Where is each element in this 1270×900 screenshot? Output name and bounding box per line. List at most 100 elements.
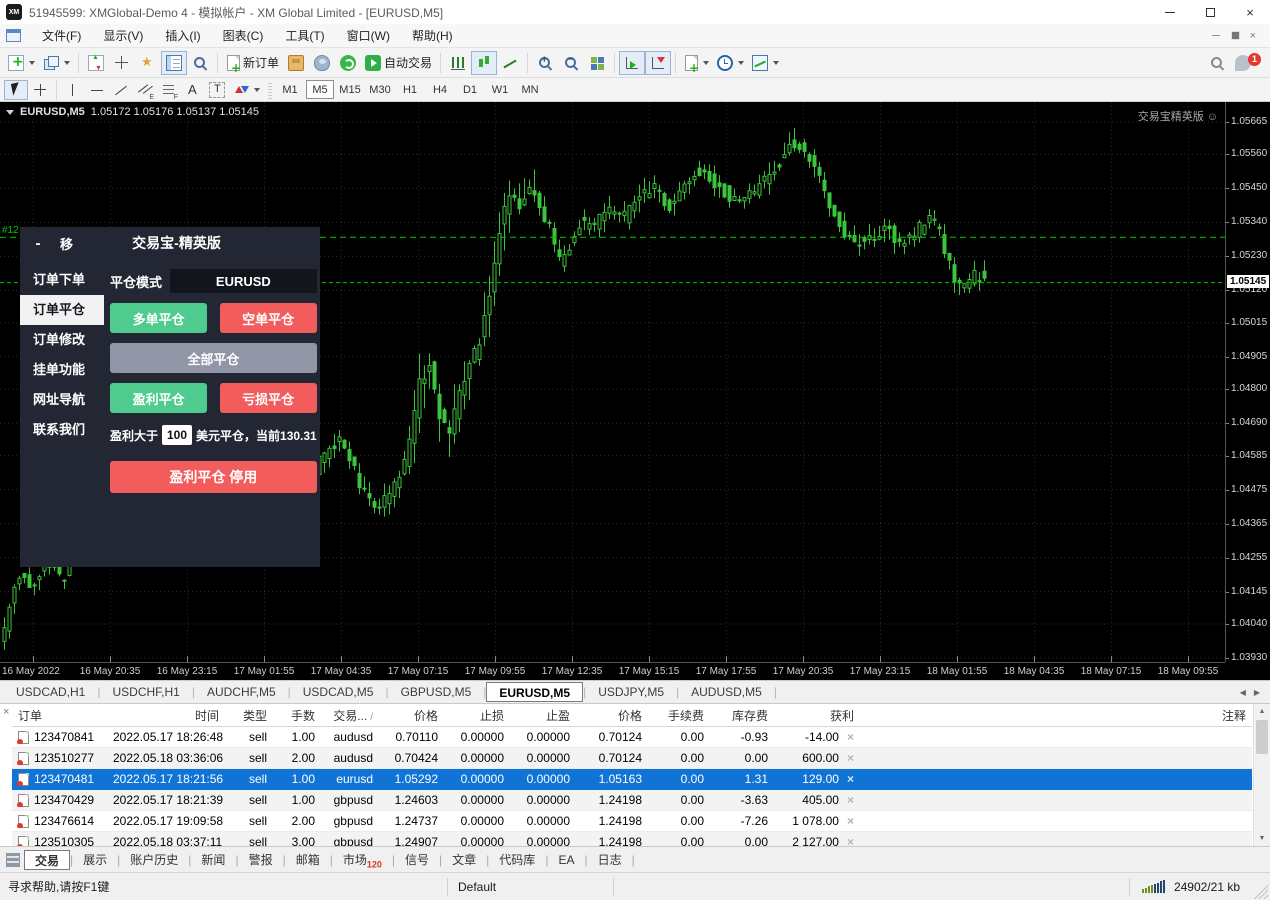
bottom-tab-警报[interactable]: 警报 [239, 850, 283, 870]
panel-menu-item-5[interactable]: 联系我们 [20, 415, 104, 445]
chart-shift-button[interactable] [645, 51, 671, 75]
indicators-button[interactable] [680, 51, 713, 75]
navigator-button[interactable] [135, 51, 161, 75]
templates-button[interactable] [748, 51, 783, 75]
notifications-button[interactable]: 1 [1230, 51, 1256, 75]
zoom-in-button[interactable]: + [532, 51, 558, 75]
chart-symbol-line[interactable]: EURUSD,M5 1.05172 1.05176 1.05137 1.0514… [6, 106, 259, 118]
close-loss-button[interactable]: 亏损平仓 [220, 383, 317, 413]
column-header[interactable]: 订单 [12, 707, 107, 724]
mdi-restore-icon[interactable] [1231, 32, 1238, 39]
menu-charts[interactable]: 图表(C) [212, 24, 275, 47]
timeframe-m1[interactable]: M1 [276, 80, 304, 99]
chart-line-button[interactable] [497, 51, 523, 75]
table-row[interactable]: 1234704812022.05.17 18:21:56sell1.00euru… [12, 769, 1252, 790]
terminal-panel-button[interactable] [161, 51, 187, 75]
auto-scroll-button[interactable] [619, 51, 645, 75]
mdi-minimize-icon[interactable] [1212, 35, 1220, 36]
column-header[interactable]: 手续费 [648, 707, 710, 724]
data-window-button[interactable] [109, 51, 135, 75]
bottom-tab-新闻[interactable]: 新闻 [191, 850, 235, 870]
status-profile[interactable]: Default [448, 880, 613, 894]
periods-button[interactable] [713, 51, 748, 75]
column-header[interactable]: 库存费 [710, 707, 774, 724]
chart-tab-audusd-m5[interactable]: AUDUSD,M5 [679, 682, 774, 702]
autotrading-button[interactable]: 自动交易 [361, 51, 436, 75]
scroll-thumb[interactable] [1256, 720, 1268, 754]
close-position-icon[interactable]: × [847, 730, 854, 744]
bottom-tab-邮箱[interactable]: 邮箱 [286, 850, 330, 870]
trendline-button[interactable] [109, 80, 133, 100]
tab-scroll-left-icon[interactable]: ◀ [1240, 688, 1246, 697]
profit-threshold-input[interactable] [162, 425, 192, 445]
maximize-button[interactable] [1190, 0, 1230, 24]
menu-view[interactable]: 显示(V) [92, 24, 154, 47]
bottom-tab-文章[interactable]: 文章 [442, 850, 486, 870]
timeframe-m30[interactable]: M30 [366, 80, 394, 99]
channel-button[interactable] [133, 80, 157, 100]
column-header[interactable]: 交易.../ [321, 707, 379, 724]
community-button[interactable] [335, 51, 361, 75]
profit-close-toggle-button[interactable]: 盈利平仓 停用 [110, 461, 317, 493]
panel-collapse-button[interactable]: - [30, 235, 46, 252]
menu-insert[interactable]: 插入(I) [154, 24, 211, 47]
table-row[interactable]: 1235103052022.05.18 03:37:11sell3.00gbpu… [12, 832, 1252, 846]
menu-tools[interactable]: 工具(T) [274, 24, 335, 47]
chart-tab-usdcad-m5[interactable]: USDCAD,M5 [291, 682, 386, 702]
timeframe-m5[interactable]: M5 [306, 80, 334, 99]
chart-bars-button[interactable] [445, 51, 471, 75]
column-header[interactable]: 注释 [860, 707, 1252, 724]
chart-tab-usdjpy-m5[interactable]: USDJPY,M5 [586, 682, 676, 702]
profiles-button[interactable] [39, 51, 74, 75]
scroll-down-icon[interactable]: ▼ [1254, 831, 1270, 846]
fibonacci-button[interactable] [157, 80, 181, 100]
close-profit-button[interactable]: 盈利平仓 [110, 383, 207, 413]
vline-button[interactable] [61, 80, 85, 100]
bottom-tab-账户历史[interactable]: 账户历史 [120, 850, 188, 870]
hline-button[interactable] [85, 80, 109, 100]
label-button[interactable] [205, 80, 229, 100]
minimize-button[interactable] [1150, 0, 1190, 24]
experts-button[interactable] [309, 51, 335, 75]
new-order-button[interactable]: 新订单 [222, 51, 283, 75]
resize-grip[interactable] [1252, 883, 1268, 899]
close-position-icon[interactable]: × [847, 751, 854, 765]
panel-menu-item-1[interactable]: 订单平仓 [20, 295, 104, 325]
new-chart-button[interactable] [4, 51, 39, 75]
table-row[interactable]: 1235102772022.05.18 03:36:06sell2.00audu… [12, 748, 1252, 769]
menu-file[interactable]: 文件(F) [31, 24, 92, 47]
search-button[interactable] [1204, 51, 1230, 75]
bottom-tab-信号[interactable]: 信号 [395, 850, 439, 870]
chart-tab-usdcad-h1[interactable]: USDCAD,H1 [4, 682, 97, 702]
time-axis[interactable]: 16 May 202216 May 20:3516 May 23:1517 Ma… [0, 662, 1225, 680]
bottom-tab-日志[interactable]: 日志 [588, 850, 632, 870]
bottom-tab-ea[interactable]: EA [548, 850, 584, 870]
panel-move-handle[interactable]: 移 [60, 234, 73, 253]
table-row[interactable]: 1234704292022.05.17 18:21:39sell1.00gbpu… [12, 790, 1252, 811]
panel-menu-item-0[interactable]: 订单下单 [20, 265, 104, 295]
close-position-icon[interactable]: × [847, 814, 854, 828]
cursor-button[interactable] [4, 80, 28, 100]
menu-window[interactable]: 窗口(W) [336, 24, 401, 47]
panel-menu-item-4[interactable]: 网址导航 [20, 385, 104, 415]
column-header[interactable]: 价格 [379, 707, 444, 724]
column-header[interactable]: 类型 [225, 707, 273, 724]
timeframe-h1[interactable]: H1 [396, 80, 424, 99]
chart-tab-usdchf-h1[interactable]: USDCHF,H1 [100, 682, 191, 702]
metaeditor-button[interactable] [283, 51, 309, 75]
timeframe-h4[interactable]: H4 [426, 80, 454, 99]
close-position-icon[interactable]: × [847, 772, 854, 786]
chart-tab-audchf-m5[interactable]: AUDCHF,M5 [195, 682, 288, 702]
close-short-button[interactable]: 空单平仓 [220, 303, 317, 333]
table-row[interactable]: 1234766142022.05.17 19:09:58sell2.00gbpu… [12, 811, 1252, 832]
close-position-icon[interactable]: × [847, 835, 854, 846]
close-mode-value[interactable]: EURUSD [170, 269, 317, 293]
price-axis[interactable]: 1.056651.055601.054501.053401.052301.051… [1225, 102, 1270, 662]
column-header[interactable]: 获利 [774, 707, 860, 724]
column-header[interactable]: 止损 [444, 707, 510, 724]
strategy-tester-button[interactable] [187, 51, 213, 75]
panel-menu-item-3[interactable]: 挂单功能 [20, 355, 104, 385]
column-header[interactable]: 止盈 [510, 707, 576, 724]
close-button[interactable]: × [1230, 0, 1270, 24]
column-header[interactable]: 时间 [107, 707, 225, 724]
